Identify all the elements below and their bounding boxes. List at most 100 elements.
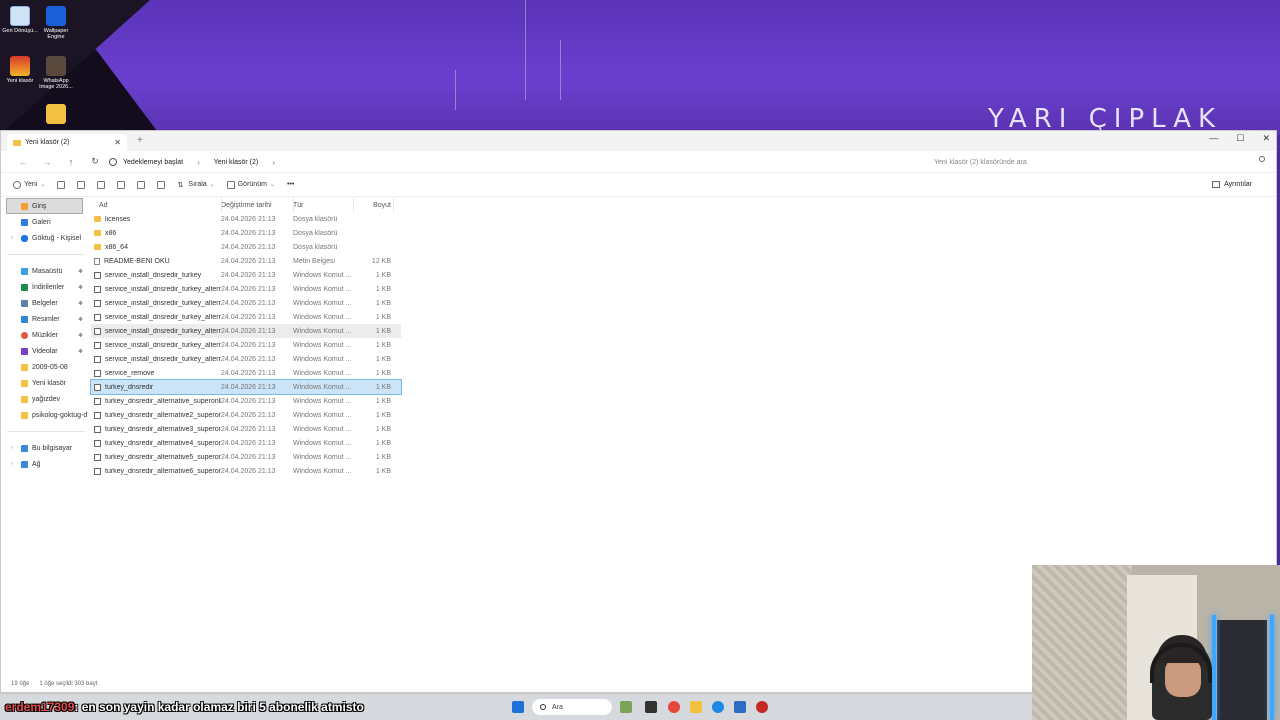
nav-item-network[interactable]: › Ağ: [1, 456, 91, 472]
file-row[interactable]: turkey_dnsredir_alternative4_superonline…: [91, 436, 401, 450]
close-window-button[interactable]: ✕: [1262, 133, 1270, 144]
task-view-icon[interactable]: [645, 701, 657, 713]
search-input[interactable]: Yeni klasör (2) klasöründe ara: [929, 154, 1271, 170]
column-header-size[interactable]: Boyut: [353, 202, 393, 209]
expand-icon[interactable]: ›: [11, 235, 13, 241]
chrome-icon[interactable]: [668, 701, 680, 713]
sort-button[interactable]: ⇅ Sırala ⌄: [177, 181, 214, 189]
file-row[interactable]: turkey_dnsredir_alternative2_superonline…: [91, 408, 401, 422]
tab-current-folder[interactable]: Yeni klasör (2) ✕: [7, 134, 127, 151]
rename-button[interactable]: [117, 180, 126, 189]
file-row[interactable]: service_remove 24.04.2026 21:13 Windows Ko…: [91, 366, 401, 380]
desktop-icon-folder-2[interactable]: [36, 104, 76, 126]
nav-item-music[interactable]: Müzikler ✱: [1, 327, 91, 343]
column-divider[interactable]: [293, 198, 294, 212]
file-row[interactable]: service_install_dnsredir_turkey_alternat…: [91, 324, 401, 338]
nav-item-pictures[interactable]: Resimler ✱: [1, 311, 91, 327]
batch-file-icon: [94, 439, 101, 447]
nav-item-folder-yagizdev[interactable]: yağızdev: [1, 391, 91, 407]
batch-file-icon: [94, 425, 101, 433]
store-icon[interactable]: [734, 701, 746, 713]
share-button[interactable]: [137, 180, 146, 189]
file-type: Windows Komut ...: [293, 439, 352, 447]
nav-item-folder-psikolog[interactable]: psikolog-goktug-d: [1, 407, 91, 423]
taskbar-search[interactable]: Ara: [532, 699, 612, 715]
desktop-icon-folder[interactable]: Yeni klasör: [0, 56, 40, 84]
copy-button[interactable]: [77, 180, 86, 189]
start-icon[interactable]: [512, 701, 524, 713]
file-row[interactable]: service_install_dnsredir_turkey 24.04.202…: [91, 268, 401, 282]
expand-icon[interactable]: ›: [11, 445, 13, 451]
column-divider[interactable]: [393, 198, 394, 212]
nav-item-onedrive[interactable]: › Göktuğ - Kişisel: [1, 230, 91, 246]
delete-button[interactable]: [157, 180, 166, 189]
file-row[interactable]: turkey_dnsredir_alternative6_superonline…: [91, 464, 401, 478]
file-row[interactable]: turkey_dnsredir_alternative5_superonline…: [91, 450, 401, 464]
column-header-date[interactable]: Değiştirme tarihi: [221, 202, 293, 209]
file-type: Windows Komut ...: [293, 341, 352, 349]
desktop-icon-wallpaper-engine[interactable]: Wallpaper Engine: [36, 6, 76, 40]
file-row[interactable]: service_install_dnsredir_turkey_alternat…: [91, 282, 401, 296]
column-divider[interactable]: [221, 198, 222, 212]
file-explorer-icon[interactable]: [690, 701, 702, 713]
column-divider[interactable]: [353, 198, 354, 212]
file-row[interactable]: service_install_dnsredir_turkey_alternat…: [91, 296, 401, 310]
nav-item-home[interactable]: Giriş: [6, 198, 83, 214]
file-name-text: turkey_dnsredir_alternative_superonline: [105, 397, 221, 405]
nav-item-folder-yeni[interactable]: Yeni klasör: [1, 375, 91, 391]
desktop-icon-whatsapp-image[interactable]: WhatsApp Image 2026...: [36, 56, 76, 90]
breadcrumb-item[interactable]: Yedeklemeyi başlat: [123, 159, 183, 166]
webcam-overlay: [1032, 565, 1280, 720]
edge-icon[interactable]: [712, 701, 724, 713]
more-options-button[interactable]: •••: [287, 181, 294, 188]
file-date: 24.04.2026 21:13: [221, 341, 276, 349]
file-size: 1 KB: [375, 453, 391, 461]
nav-item-gallery[interactable]: Galeri: [1, 214, 91, 230]
file-row[interactable]: turkey_dnsredir_alternative_superonline 2…: [91, 394, 401, 408]
selection-info: 1 öğe seçildi 303 bayt: [39, 681, 98, 687]
widgets-icon[interactable]: [620, 701, 632, 713]
new-button[interactable]: Yeni ⌄: [13, 180, 45, 189]
cut-button[interactable]: [57, 180, 66, 189]
file-row[interactable]: service_install_dnsredir_turkey_alternat…: [91, 310, 401, 324]
file-row[interactable]: turkey_dnsredir 24.04.2026 21:13 Windows K…: [90, 379, 402, 395]
file-row[interactable]: x86 24.04.2026 21:13 Dosya klasörü: [91, 226, 401, 240]
file-date: 24.04.2026 21:13: [221, 439, 276, 447]
search-icon: [540, 704, 546, 710]
nav-item-label: Masaüstü: [32, 267, 63, 275]
paste-button[interactable]: [97, 180, 106, 189]
status-bar: 19 öğe 1 öğe seçildi 303 bayt: [11, 681, 97, 687]
file-row[interactable]: licenses 24.04.2026 21:13 Dosya klasörü: [91, 212, 401, 226]
forward-button[interactable]: →: [35, 157, 59, 167]
details-pane-button[interactable]: Ayrıntılar: [1212, 181, 1252, 188]
nav-item-this-pc[interactable]: › Bu bilgisayar: [1, 440, 91, 456]
nav-item-videos[interactable]: Videolar ✱: [1, 343, 91, 359]
new-tab-button[interactable]: +: [137, 135, 143, 146]
up-button[interactable]: ↑: [59, 157, 83, 167]
nav-item-downloads[interactable]: İndirilenler ✱: [1, 279, 91, 295]
desktop-icon-recycle-bin[interactable]: Geri Dönüşü...: [0, 6, 40, 34]
breadcrumb-item[interactable]: Yeni klasör (2): [214, 159, 259, 166]
maximize-button[interactable]: ☐: [1236, 133, 1244, 144]
file-row[interactable]: x86_64 24.04.2026 21:13 Dosya klasörü: [91, 240, 401, 254]
nav-item-folder-2009[interactable]: 2009-05-08: [1, 359, 91, 375]
file-row[interactable]: service_install_dnsredir_turkey_alternat…: [91, 352, 401, 366]
file-name: service_remove: [91, 369, 221, 377]
column-header-type[interactable]: Tür: [293, 202, 353, 209]
minimize-button[interactable]: —: [1209, 133, 1218, 144]
file-row[interactable]: turkey_dnsredir_alternative3_superonline…: [91, 422, 401, 436]
close-tab-icon[interactable]: ✕: [114, 138, 121, 147]
refresh-button[interactable]: ↻: [83, 156, 107, 167]
folder-icon: [13, 139, 21, 146]
sort-button-label: Sırala: [188, 181, 207, 188]
file-row[interactable]: README-BENI OKU 24.04.2026 21:13 Metin Bel…: [91, 254, 401, 268]
back-button[interactable]: ←: [11, 157, 35, 167]
nav-item-documents[interactable]: Belgeler ✱: [1, 295, 91, 311]
view-button[interactable]: Görünüm ⌄: [226, 180, 275, 189]
app-icon[interactable]: [756, 701, 768, 713]
column-header-name[interactable]: Ad: [91, 202, 221, 209]
expand-icon[interactable]: ›: [11, 461, 13, 467]
nav-item-desktop[interactable]: Masaüstü ✱: [1, 263, 91, 279]
file-row[interactable]: service_install_dnsredir_turkey_alternat…: [91, 338, 401, 352]
breadcrumb[interactable]: Yedeklemeyi başlat › Yeni klasör (2) ›: [109, 154, 909, 170]
